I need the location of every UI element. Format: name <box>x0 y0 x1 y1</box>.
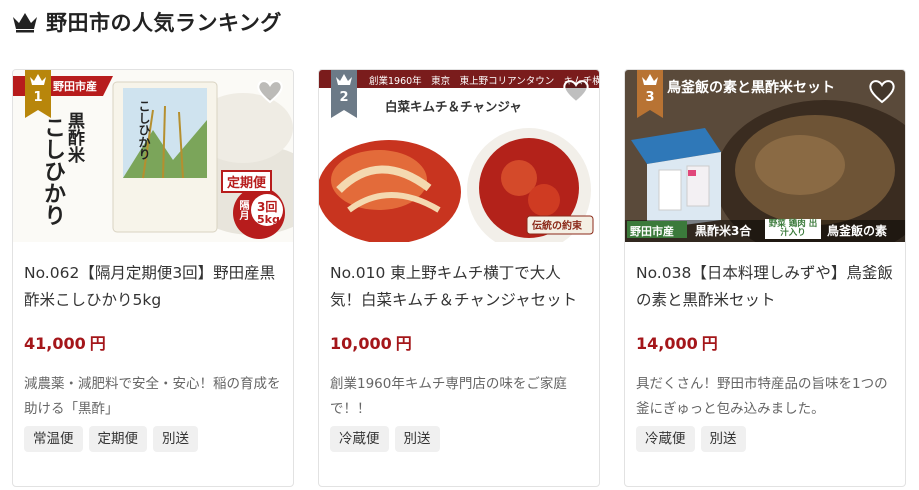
price-unit: 円 <box>89 334 106 353</box>
price-value: 41,000 <box>24 334 86 353</box>
product-title[interactable]: No.062【隔月定期便3回】野田産黒酢米こしひかり5kg <box>24 260 282 316</box>
product-price: 14,000 円 <box>636 330 894 354</box>
tag-separate: 別送 <box>700 426 746 452</box>
product-price: 41,000 円 <box>24 330 282 354</box>
image-band-label: 鳥釜飯の素と黒酢米セット <box>667 80 835 96</box>
price-value: 14,000 <box>636 334 698 353</box>
tag-separate: 別送 <box>153 426 198 452</box>
price-value: 10,000 <box>330 334 392 353</box>
product-image[interactable]: 鳥釜飯の素と黒酢米セット 野田市産 黒酢米3合 野菜 鶏肉 出汁入り 鳥釜飯の素… <box>625 70 905 242</box>
tag-shipping: 冷蔵便 <box>636 426 695 452</box>
tag-subscription: 定期便 <box>88 426 147 452</box>
tag-list: 常温便 定期便 別送 <box>24 426 282 452</box>
image-band-label: 野田市産 <box>53 80 97 93</box>
image-text-koshihikari: こしひかり <box>40 116 65 226</box>
ranking-card-3[interactable]: 鳥釜飯の素と黒酢米セット 野田市産 黒酢米3合 野菜 鶏肉 出汁入り 鳥釜飯の素… <box>624 69 906 487</box>
favorite-heart-icon[interactable] <box>561 76 591 106</box>
tag-shipping: 常温便 <box>24 426 83 452</box>
product-description: 減農薬・減肥料で安全・安心！稲の育成を助ける「黒酢」 <box>24 376 281 417</box>
price-unit: 円 <box>395 334 412 353</box>
rank-number: 2 <box>339 90 349 105</box>
rank-badge: 1 <box>25 70 51 118</box>
page-title: 野田市の人気ランキング <box>46 11 282 35</box>
product-description: 具だくさん！野田市特産品の旨味を1つの釜にぎゅっと包み込みました。 <box>636 376 888 417</box>
rank-number: 3 <box>645 90 655 105</box>
image-chip-kamameshi: 鳥釜飯の素 <box>827 224 888 238</box>
price-unit: 円 <box>701 334 718 353</box>
ranking-card-2[interactable]: 創業1960年 東京 東上野コリアンタウン キムチ横丁 白菜キムチ＆チャンジャ … <box>318 69 600 487</box>
tag-separate: 別送 <box>394 426 440 452</box>
section-heading: 野田市の人気ランキング <box>12 6 282 38</box>
tag-list: 冷蔵便 別送 <box>330 426 588 452</box>
bag-label: こしひかり <box>137 100 151 160</box>
product-title[interactable]: No.010 東上野キムチ横丁で大人気！白菜キムチ＆チャンジャセット <box>330 260 588 316</box>
product-title[interactable]: No.038【日本料理しみずや】鳥釜飯の素と黒酢米セット <box>636 260 894 316</box>
image-chip-contents: 野菜 鶏肉 出汁入り <box>768 219 818 238</box>
ranking-card-1[interactable]: 野田市産 黒酢米 こしひかり こしひかり 定期便 隔月 3回 5kg 1 No.… <box>12 69 294 487</box>
weight-label: 5kg <box>257 213 280 226</box>
rank-badge: 3 <box>637 70 663 118</box>
image-chip-kurozumai: 黒酢米3合 <box>695 224 752 238</box>
product-image[interactable]: 野田市産 黒酢米 こしひかり こしひかり 定期便 隔月 3回 5kg 1 <box>13 70 293 242</box>
product-description: 創業1960年キムチ専門店の味をご家庭で！！ <box>330 376 567 417</box>
tag-shipping: 冷蔵便 <box>330 426 389 452</box>
image-caption: 白菜キムチ＆チャンジャ <box>385 99 522 114</box>
teiki-label: 定期便 <box>221 170 273 193</box>
image-chip-noda: 野田市産 <box>630 225 674 238</box>
image-text-kurozu: 黒酢米 <box>64 112 84 163</box>
tag-list: 冷蔵便 別送 <box>636 426 894 452</box>
product-price: 10,000 円 <box>330 330 588 354</box>
crown-icon <box>12 11 38 33</box>
rank-number: 1 <box>33 90 43 105</box>
kakugetsu-label: 隔月 <box>237 200 248 220</box>
rank-badge: 2 <box>331 70 357 118</box>
image-seal: 伝統の約束 <box>532 221 582 232</box>
favorite-heart-icon[interactable] <box>867 76 897 106</box>
favorite-heart-icon[interactable] <box>255 76 285 106</box>
product-image[interactable]: 創業1960年 東京 東上野コリアンタウン キムチ横丁 白菜キムチ＆チャンジャ … <box>319 70 599 242</box>
